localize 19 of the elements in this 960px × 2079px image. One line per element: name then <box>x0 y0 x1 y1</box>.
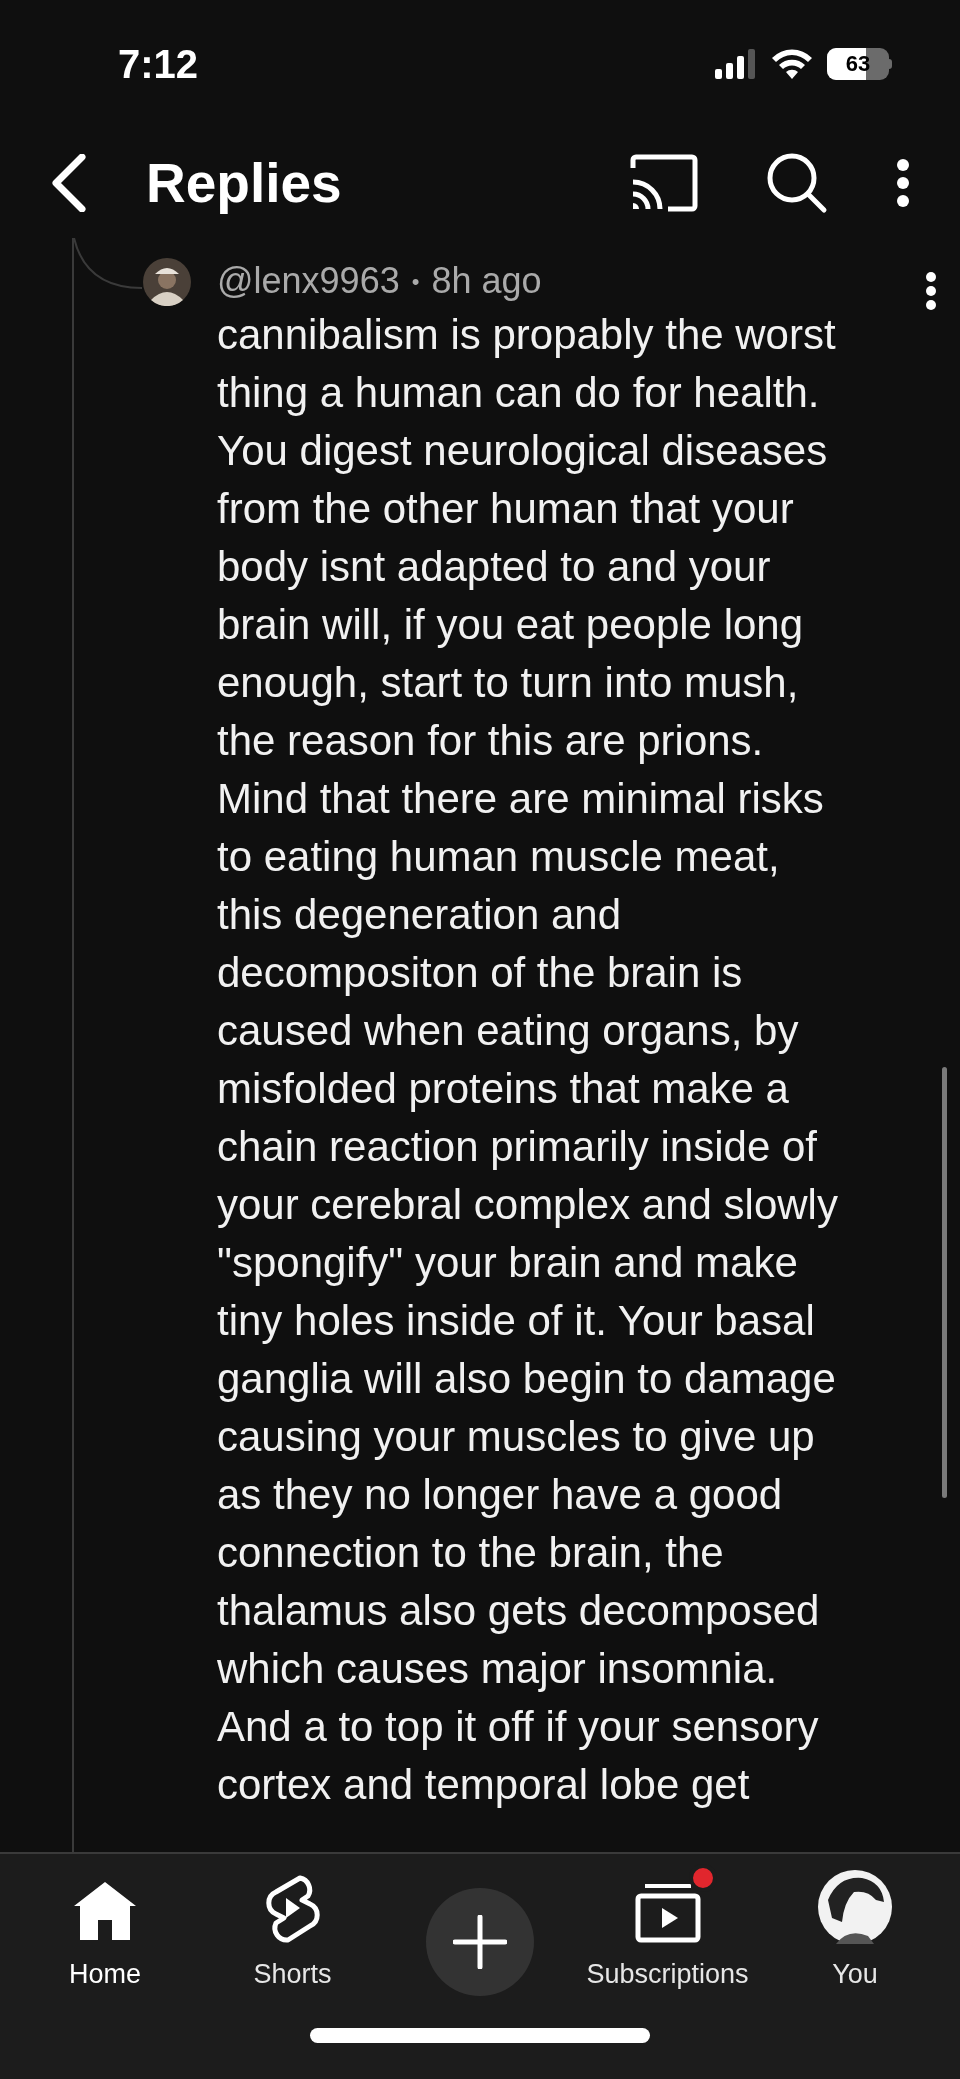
cast-icon[interactable] <box>630 154 698 212</box>
search-icon[interactable] <box>766 152 828 214</box>
more-options-icon[interactable] <box>925 271 937 311</box>
comment-text: cannibalism is propably the worst thing a human can do for health. You digest neurological diseases from the other human that your body isnt adapted to and your brain will, if you eat people long enough, start to turn into mush, the reason for this are prions. Mind that there are minimal risks to eating human muscle meat, this degeneration and decompositon of the brain is caused when eating organs, by misfolded proteins that make a chain reaction primarily inside of your cerebral complex and slowly "spongify" your brain and make tiny holes inside of it. Your basal ganglia will also begin to damage causing your muscles to give up as they no longer have a good connection to the brain, the thalamus also gets decomposed which causes major insomnia. And a to top it off if your sensory cortex and temporal lobe get <box>217 310 839 1810</box>
comment-time: 8h ago <box>431 259 542 303</box>
back-icon[interactable] <box>50 154 86 212</box>
clock-time: 7:12 <box>118 41 199 88</box>
nav-tab[interactable]: You <box>818 1868 892 1995</box>
nav-tab[interactable]: Subscriptions <box>586 1868 749 1995</box>
page-title: Replies <box>146 150 342 216</box>
avatar-icon[interactable] <box>143 258 191 306</box>
plus-icon <box>453 1915 507 1969</box>
cellular-signal-icon <box>715 49 757 79</box>
separator-dot: • <box>411 267 420 296</box>
nav-tab[interactable]: Home <box>69 1868 141 1995</box>
comment-author[interactable]: @lenx9963 <box>217 254 400 308</box>
wifi-icon <box>771 49 813 79</box>
nav-tab[interactable]: Shorts <box>253 1868 332 1995</box>
more-options-icon[interactable] <box>896 158 910 208</box>
